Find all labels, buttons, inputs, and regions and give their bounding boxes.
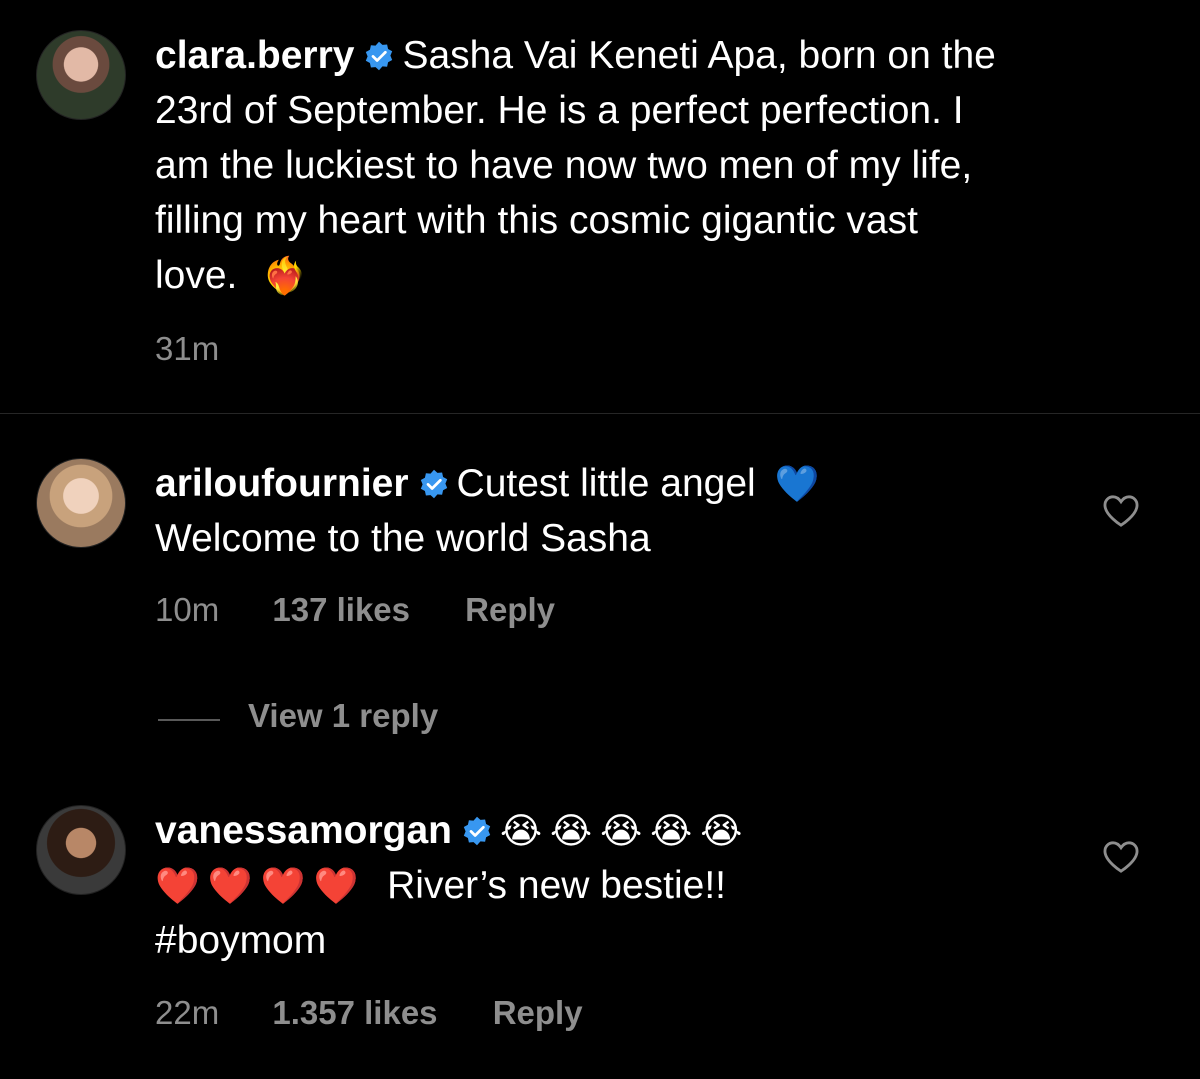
- likes-count[interactable]: 1.357 likes: [272, 994, 437, 1031]
- blue-heart-emoji: 💙: [774, 463, 820, 504]
- comment-meta-ariloufournier: 10m 137 likes Reply: [155, 591, 555, 629]
- comment-vanessamorgan: vanessamorgan 😭😭😭😭😭 ❤️❤️❤️❤️ River’s new …: [155, 803, 750, 968]
- view-replies-line: [158, 719, 220, 721]
- crying-face-emojis: 😭😭😭😭😭: [499, 810, 751, 851]
- like-heart-icon[interactable]: [1102, 840, 1140, 874]
- caption-time: 31m: [155, 330, 220, 367]
- verified-badge-icon: [420, 469, 447, 499]
- username-clara-berry[interactable]: clara.berry: [155, 34, 354, 77]
- comment-time: 10m: [155, 591, 220, 628]
- caption-line-1: Sasha Vai Keneti Apa, born on the: [402, 34, 996, 77]
- comment-text-line-1: Cutest little angel: [456, 462, 756, 505]
- caption-line-2: 23rd of September. He is a perfect perfe…: [155, 89, 964, 132]
- reply-button[interactable]: Reply: [493, 994, 583, 1031]
- username-vanessamorgan[interactable]: vanessamorgan: [155, 809, 452, 852]
- likes-count[interactable]: 137 likes: [272, 591, 410, 628]
- username-ariloufournier[interactable]: ariloufournier: [155, 462, 409, 505]
- avatar-clara-berry[interactable]: [36, 30, 126, 120]
- comment-time: 22m: [155, 994, 220, 1031]
- verified-badge-icon: [366, 41, 393, 71]
- caption-line-5: love.: [155, 254, 238, 297]
- caption-meta: 31m: [155, 330, 219, 368]
- divider: [0, 413, 1200, 414]
- red-heart-emojis: ❤️❤️❤️❤️: [155, 865, 367, 906]
- reply-button[interactable]: Reply: [465, 591, 555, 628]
- hashtag-boymom[interactable]: #boymom: [155, 919, 326, 962]
- comment-text-line-2: River’s new bestie!!: [387, 864, 727, 907]
- view-replies-button[interactable]: View 1 reply: [248, 697, 438, 735]
- comment-meta-vanessamorgan: 22m 1.357 likes Reply: [155, 994, 583, 1032]
- caption-line-3: am the luckiest to have now two men of m…: [155, 144, 973, 187]
- comment-ariloufournier: ariloufournier Cutest little angel 💙 Welc…: [155, 456, 819, 566]
- verified-badge-icon: [463, 816, 491, 846]
- heart-on-fire-emoji: ❤️‍🔥: [262, 255, 308, 296]
- comment-text-line-2: Welcome to the world Sasha: [155, 517, 651, 560]
- caption-line-4: filling my heart with this cosmic gigant…: [155, 199, 918, 242]
- comment-caption: clara.berry Sasha Vai Keneti Apa, born on…: [155, 28, 996, 303]
- like-heart-icon[interactable]: [1102, 494, 1140, 528]
- avatar-ariloufournier[interactable]: [36, 458, 126, 548]
- avatar-vanessamorgan[interactable]: [36, 805, 126, 895]
